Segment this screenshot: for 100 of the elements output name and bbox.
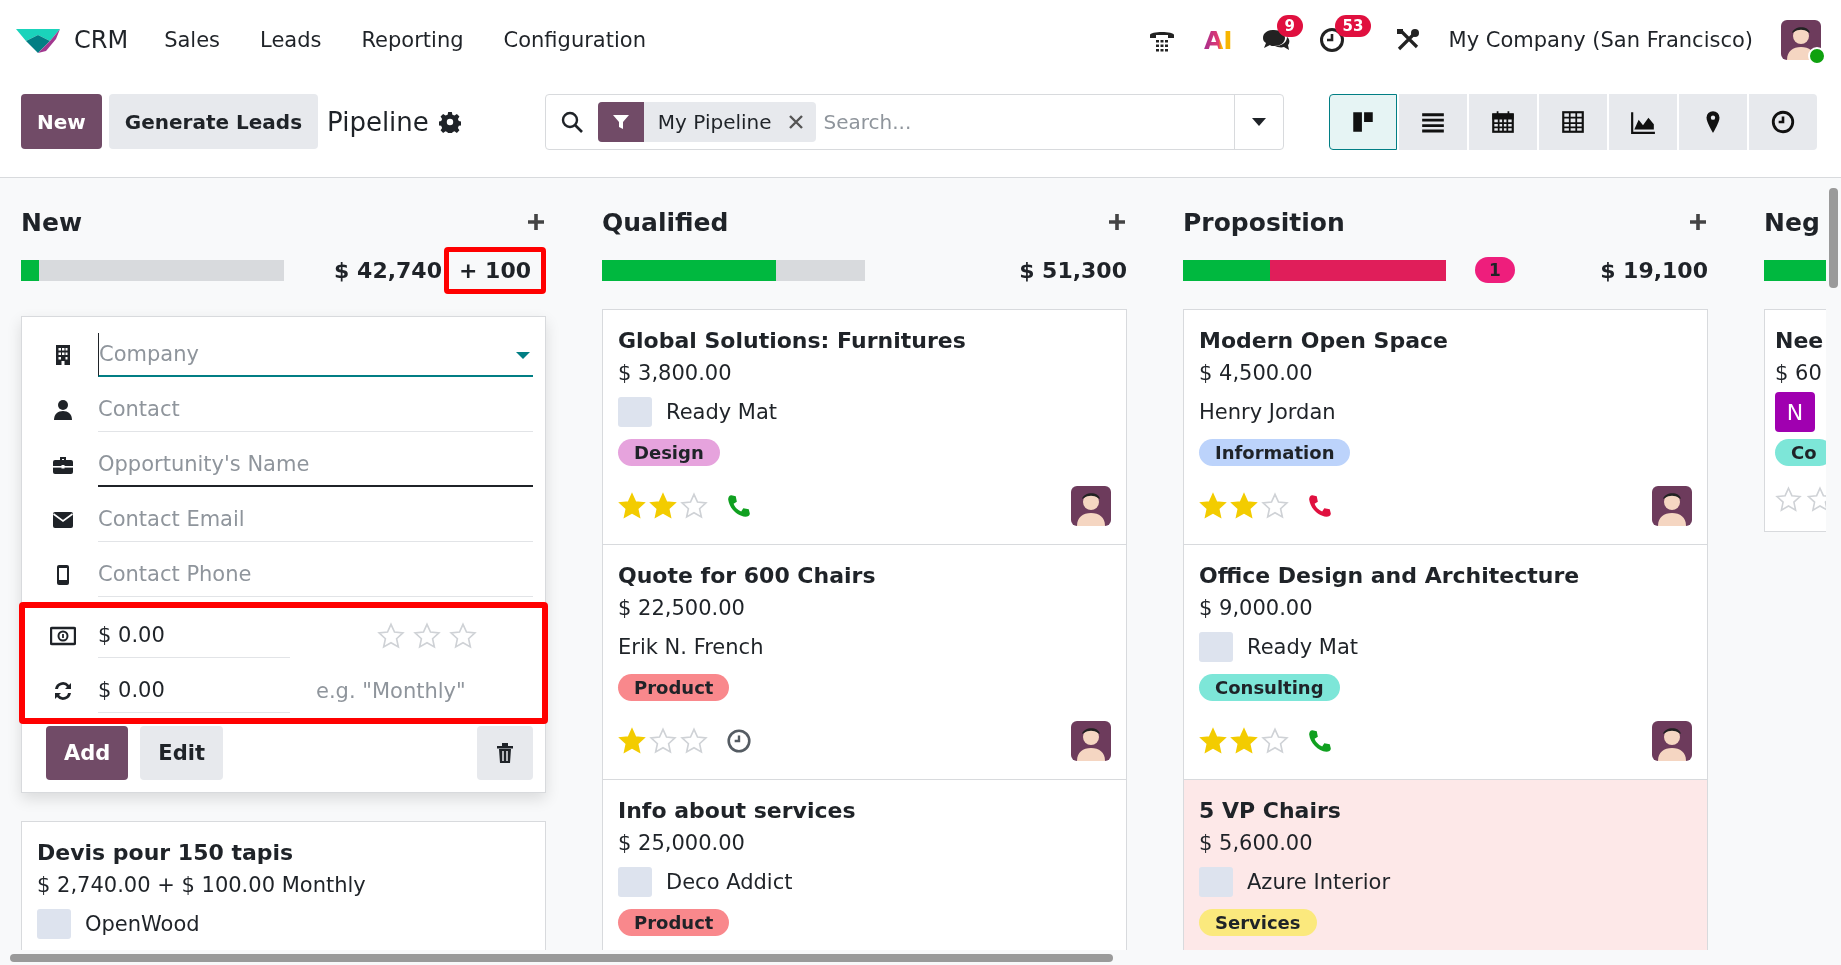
column-title: Proposition xyxy=(1183,207,1345,237)
page-title[interactable]: Pipeline xyxy=(327,106,429,137)
trash-icon[interactable] xyxy=(495,742,515,764)
filled-star-icon[interactable] xyxy=(1230,492,1258,520)
user-icon xyxy=(51,397,75,422)
filled-star-icon[interactable] xyxy=(618,492,646,520)
pivot-icon[interactable] xyxy=(1560,108,1586,135)
card-title: Devis pour 150 tapis xyxy=(37,840,294,865)
company-switcher[interactable]: My Company (San Francisco) xyxy=(1448,28,1753,52)
filled-star-icon[interactable] xyxy=(649,492,677,520)
generate-leads-button[interactable]: Generate Leads xyxy=(108,94,319,149)
menu-item[interactable]: Reporting xyxy=(361,28,464,52)
menu-item[interactable]: Leads xyxy=(260,28,322,52)
money-icon xyxy=(50,625,76,646)
empty-star-icon[interactable] xyxy=(1261,727,1289,755)
partner-name: Henry Jordan xyxy=(1199,400,1336,424)
empty-star-icon[interactable] xyxy=(649,727,677,755)
clock-icon[interactable] xyxy=(1318,27,1345,53)
assignee-avatar[interactable] xyxy=(1071,721,1111,761)
activity-icon[interactable] xyxy=(1770,108,1796,135)
opportunity-card[interactable]: Info about services $ 25,000.00 Deco Addict Product xyxy=(602,780,1127,950)
company-field[interactable]: Company xyxy=(98,332,533,377)
add-icon[interactable] xyxy=(526,212,546,232)
assignee-avatar[interactable] xyxy=(1652,721,1692,761)
calendar-icon[interactable] xyxy=(1490,108,1516,135)
tag: Consulting xyxy=(1199,674,1340,701)
contact-field[interactable]: Contact xyxy=(98,387,533,432)
empty-star-icon[interactable] xyxy=(1261,492,1289,520)
kanban-view-button[interactable] xyxy=(1329,93,1397,150)
priority-stars[interactable] xyxy=(618,492,708,520)
activity-count: 53 xyxy=(1334,15,1372,37)
add-icon[interactable] xyxy=(1688,212,1708,232)
filled-star-icon[interactable] xyxy=(618,727,646,755)
tools-icon[interactable] xyxy=(1394,27,1421,53)
opportunity-card[interactable]: Nee $ 60 N Co xyxy=(1764,309,1826,532)
recurring-revenue-field[interactable]: $ 0.00 xyxy=(98,668,290,713)
column-total: $ 51,300 xyxy=(1019,257,1127,283)
filled-star-icon[interactable] xyxy=(1199,727,1227,755)
assignee-avatar[interactable] xyxy=(1071,486,1111,526)
app-name[interactable]: CRM xyxy=(74,26,129,54)
empty-star-icon[interactable] xyxy=(680,492,708,520)
opportunity-card[interactable]: Devis pour 150 tapis $ 2,740.00 + $ 100.00 Monthly OpenWood xyxy=(21,821,546,950)
opportunity-card[interactable]: Office Design and Architecture $ 9,000.00 Ready Mat Consulting xyxy=(1183,545,1708,780)
empty-star-icon[interactable] xyxy=(680,727,708,755)
horizontal-scrollbar-thumb[interactable] xyxy=(10,954,1113,962)
search-icon[interactable] xyxy=(559,109,584,134)
vertical-scrollbar-thumb[interactable] xyxy=(1829,188,1838,288)
filter-facet[interactable]: My Pipeline xyxy=(597,101,816,142)
priority-stars[interactable] xyxy=(618,727,708,755)
card-title: Global Solutions: Furnitures xyxy=(618,328,966,353)
phone-field[interactable]: Contact Phone xyxy=(98,552,533,597)
add-button[interactable]: Add xyxy=(46,726,129,780)
caret-icon[interactable] xyxy=(1250,116,1267,127)
partner-name: OpenWood xyxy=(85,912,200,936)
add-icon[interactable] xyxy=(1107,212,1127,232)
empty-star-icon[interactable] xyxy=(449,621,477,650)
progress-segment[interactable] xyxy=(602,259,776,281)
edit-button[interactable]: Edit xyxy=(140,726,223,780)
card-amount: $ 5,600.00 xyxy=(1199,831,1313,855)
tag: Product xyxy=(618,909,730,936)
menu-item[interactable]: Sales xyxy=(164,28,221,52)
activity-view-button[interactable] xyxy=(1749,93,1817,150)
user-avatar[interactable] xyxy=(1781,20,1821,60)
settings-icon[interactable] xyxy=(438,110,461,133)
recurring-plan-field[interactable]: e.g. "Monthly" xyxy=(316,668,533,713)
priority-stars[interactable] xyxy=(1199,727,1289,755)
calendar-view-button[interactable] xyxy=(1469,93,1537,150)
recurring-total: + 100 xyxy=(444,246,546,294)
filled-star-icon[interactable] xyxy=(1199,492,1227,520)
opportunity-card[interactable]: Quote for 600 Chairs $ 22,500.00 Erik N. French Product xyxy=(602,545,1127,780)
progress-bar[interactable] xyxy=(1183,259,1446,281)
empty-star-icon[interactable] xyxy=(377,621,405,650)
menu-item[interactable]: Configuration xyxy=(503,28,646,52)
filled-star-icon[interactable] xyxy=(1230,727,1258,755)
priority-stars[interactable] xyxy=(1199,492,1289,520)
assignee-avatar[interactable] xyxy=(1652,486,1692,526)
list-view-button[interactable] xyxy=(1399,93,1467,150)
delete-button[interactable] xyxy=(477,726,533,780)
progress-bar[interactable] xyxy=(21,259,284,281)
opportunity-card[interactable]: 5 VP Chairs $ 5,600.00 Azure Interior Services xyxy=(1183,780,1708,950)
search-bar[interactable]: My Pipeline Search... xyxy=(544,93,1284,150)
graph-view-button[interactable] xyxy=(1609,93,1677,150)
progress-segment[interactable] xyxy=(1183,259,1270,281)
empty-star-icon[interactable] xyxy=(413,621,441,650)
progress-bar[interactable] xyxy=(602,259,865,281)
opportunity-field[interactable]: Opportunity's Name xyxy=(98,442,533,487)
clock-icon[interactable] xyxy=(726,728,752,754)
partner-name: Ready Mat xyxy=(666,400,778,424)
progress-segment[interactable] xyxy=(21,259,40,281)
new-button[interactable]: New xyxy=(21,94,102,149)
close-icon[interactable] xyxy=(787,113,804,130)
opportunity-card[interactable]: Global Solutions: Furnitures $ 3,800.00 Ready Mat Design xyxy=(602,309,1127,545)
count-badge[interactable]: 1 xyxy=(1475,257,1515,283)
email-field[interactable]: Contact Email xyxy=(98,497,533,542)
expected-revenue-field[interactable]: $ 0.00 xyxy=(98,613,290,658)
priority-stars[interactable] xyxy=(377,621,477,650)
map-view-button[interactable] xyxy=(1679,93,1747,150)
pivot-view-button[interactable] xyxy=(1539,93,1607,150)
opportunity-card[interactable]: Modern Open Space $ 4,500.00 Henry Jordan Information xyxy=(1183,309,1708,545)
progress-segment[interactable] xyxy=(1269,259,1446,281)
